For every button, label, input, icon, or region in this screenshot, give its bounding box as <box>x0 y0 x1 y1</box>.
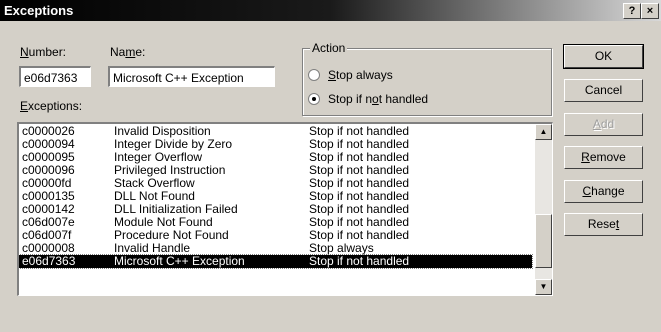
exception-action: Stop if not handled <box>309 254 410 268</box>
cancel-button[interactable]: Cancel <box>564 79 643 102</box>
table-row[interactable]: c0000008 Invalid Handle Stop always <box>19 242 532 255</box>
add-button[interactable]: Add <box>564 113 643 136</box>
table-row[interactable]: c0000096 Privileged Instruction Stop if no… <box>19 164 532 177</box>
exceptions-label: Exceptions: <box>20 99 83 113</box>
radio-checked-icon <box>308 93 320 105</box>
exception-code: e06d7363 <box>22 254 76 268</box>
scroll-up-arrow-icon[interactable]: ▲ <box>535 124 552 140</box>
table-row[interactable]: c0000135 DLL Not Found Stop if not handled <box>19 190 532 203</box>
stop-if-not-handled-label: Stop if not handled <box>328 92 429 106</box>
remove-button[interactable]: Remove <box>564 146 643 169</box>
title-bar: Exceptions ? × <box>0 0 661 21</box>
radio-unchecked-icon <box>308 69 320 81</box>
table-row[interactable]: c0000026 Invalid Disposition Stop if not h… <box>19 125 532 138</box>
table-row[interactable]: c0000095 Integer Overflow Stop if not hand… <box>19 151 532 164</box>
action-legend: Action <box>310 41 348 55</box>
window-title: Exceptions <box>4 3 74 18</box>
ok-button[interactable]: OK <box>563 44 644 69</box>
name-label: Name: <box>110 45 146 59</box>
number-label: Number: <box>20 45 67 59</box>
scroll-down-arrow-icon[interactable]: ▼ <box>535 279 552 295</box>
stop-always-label: Stop always <box>328 68 393 82</box>
table-row[interactable]: c0000094 Integer Divide by Zero Stop if no… <box>19 138 532 151</box>
exceptions-list[interactable]: c0000026 Invalid Disposition Stop if not h… <box>17 122 553 296</box>
table-row[interactable]: c00000fd Stack Overflow Stop if not handle… <box>19 177 532 190</box>
name-field[interactable]: Microsoft C++ Exception <box>108 66 275 87</box>
table-row[interactable]: c06d007f Procedure Not Found Stop if not h… <box>19 229 532 242</box>
change-button[interactable]: Change <box>564 180 643 203</box>
vertical-scrollbar[interactable]: ▲ ▼ <box>535 124 552 295</box>
scroll-thumb[interactable] <box>535 214 552 268</box>
close-button[interactable]: × <box>641 3 659 19</box>
reset-button[interactable]: Reset <box>564 213 643 236</box>
table-row[interactable]: e06d7363 Microsoft C++ Exception Stop if n… <box>19 254 533 269</box>
table-row[interactable]: c06d007e Module Not Found Stop if not hand… <box>19 216 532 229</box>
number-field[interactable]: e06d7363 <box>19 66 91 87</box>
table-row[interactable]: c0000142 DLL Initialization Failed Stop if… <box>19 203 532 216</box>
help-button[interactable]: ? <box>623 3 641 19</box>
exception-name: Microsoft C++ Exception <box>114 254 245 268</box>
